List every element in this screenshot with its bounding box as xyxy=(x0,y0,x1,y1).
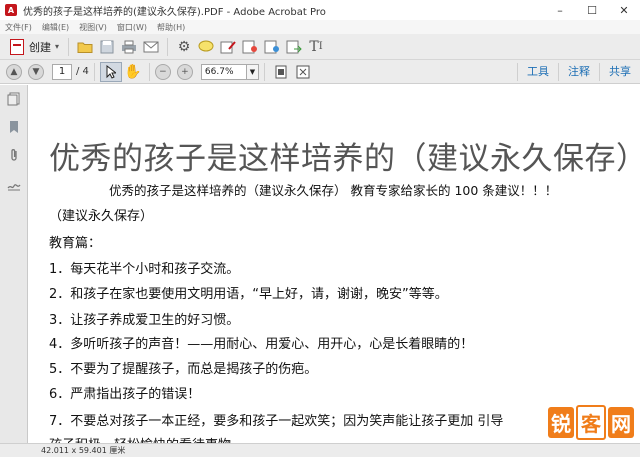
create-label: 创建 xyxy=(29,40,51,54)
title-bar: A 优秀的孩子是这样培养的(建议永久保存).PDF - Adobe Acroba… xyxy=(0,0,640,20)
email-icon[interactable] xyxy=(140,37,162,57)
acrobat-app-icon: A xyxy=(5,4,17,16)
fit-page-icon[interactable] xyxy=(270,62,292,82)
toolbar-divider xyxy=(93,62,95,81)
zoom-out-button[interactable]: − xyxy=(154,63,171,80)
create-pdf-icon xyxy=(10,38,24,55)
maximize-button[interactable]: ☐ xyxy=(576,0,608,20)
toolbar-divider xyxy=(148,62,150,81)
toolbar-divider xyxy=(167,37,169,56)
list-item: 5．不要为了提醒孩子，而总是揭孩子的伤疤。 xyxy=(49,362,318,377)
comment-icon[interactable] xyxy=(195,37,217,57)
list-item: 7．不要总对孩子一本正经，要多和孩子一起欢笑；因为笑声能让孩子更加 引导 xyxy=(49,414,504,429)
tab-comment[interactable]: 注释 xyxy=(558,63,599,81)
tab-share[interactable]: 共享 xyxy=(599,63,640,81)
page-thumbnails-icon[interactable] xyxy=(6,91,22,107)
document-subtitle: 优秀的孩子是这样培养的（建议永久保存） 教育专家给家长的 100 条建议！！！ xyxy=(109,183,558,198)
list-item-continuation: 孩子积极、轻松愉快的看待事物 xyxy=(49,434,231,443)
minimize-button[interactable]: – xyxy=(544,0,576,20)
list-item: 3．让孩子养成爱卫生的好习惯。 xyxy=(49,313,240,328)
menu-window[interactable]: 窗口(W) xyxy=(112,22,152,33)
window-title: 优秀的孩子是这样培养的(建议永久保存).PDF - Adobe Acrobat … xyxy=(23,6,326,18)
toolbar-divider xyxy=(68,37,70,56)
stamp-icon[interactable] xyxy=(239,37,261,57)
chevron-down-icon[interactable]: ▼ xyxy=(246,63,259,80)
menu-view[interactable]: 视图(V) xyxy=(74,22,112,33)
select-cursor-icon[interactable] xyxy=(99,61,122,82)
open-folder-icon[interactable] xyxy=(74,37,96,57)
watermark-char: 网 xyxy=(608,407,634,438)
attach-icon[interactable] xyxy=(261,37,283,57)
sign-icon[interactable] xyxy=(217,37,239,57)
text-tool-icon[interactable]: TI xyxy=(305,37,327,57)
watermark-char: 锐 xyxy=(548,407,574,438)
navigation-toolbar: ▲ ▼ 1 / 4 ✋ − + 66.7% ▼ 工具 注释 共享 xyxy=(0,60,640,84)
print-icon[interactable] xyxy=(118,37,140,57)
chevron-down-icon: ▾ xyxy=(55,42,60,51)
next-page-button[interactable]: ▼ xyxy=(28,63,44,80)
menu-help[interactable]: 帮助(H) xyxy=(152,22,190,33)
document-view[interactable]: 优秀的孩子是这样培养的（建议永久保存） 优秀的孩子是这样培养的（建议永久保存） … xyxy=(29,85,640,443)
zoom-select[interactable]: 66.7% ▼ xyxy=(200,63,259,80)
bookmarks-icon[interactable] xyxy=(6,119,22,135)
document-line: 教育篇： xyxy=(49,236,102,251)
attachments-icon[interactable] xyxy=(6,147,22,163)
menu-edit[interactable]: 编辑(E) xyxy=(37,22,74,33)
page-dimensions: 42.011 x 59.401 厘米 xyxy=(41,446,126,455)
page-number-input[interactable]: 1 xyxy=(52,63,72,80)
toolbar-divider xyxy=(263,62,265,81)
watermark-logo: 锐 客 网 xyxy=(546,405,634,440)
panel-tabs: 工具 注释 共享 xyxy=(517,60,640,84)
list-item: 2．和孩子在家也要使用文明用语，“早上好，请，谢谢，晚安”等等。 xyxy=(49,287,448,302)
document-title: 优秀的孩子是这样培养的（建议永久保存） xyxy=(49,141,640,177)
main-toolbar: 创建 ▾ ⚙ TI xyxy=(0,34,640,60)
page-total: / 4 xyxy=(76,66,89,77)
tab-tools[interactable]: 工具 xyxy=(517,63,558,81)
close-button[interactable]: ✕ xyxy=(608,0,640,20)
full-screen-icon[interactable] xyxy=(292,62,314,82)
menu-bar: 文件(F) 编辑(E) 视图(V) 窗口(W) 帮助(H) xyxy=(0,20,640,34)
create-button[interactable]: 创建 ▾ xyxy=(6,37,63,57)
watermark-char: 客 xyxy=(576,405,606,440)
list-item: 6．严肃指出孩子的错误！ xyxy=(49,387,201,402)
document-line: （建议永久保存） xyxy=(49,209,154,224)
settings-icon[interactable]: ⚙ xyxy=(173,37,195,57)
status-bar: 42.011 x 59.401 厘米 xyxy=(0,443,640,457)
hand-tool-icon[interactable]: ✋ xyxy=(122,62,144,82)
navigation-pane xyxy=(0,85,28,443)
list-item: 1．每天花半个小时和孩子交流。 xyxy=(49,262,240,277)
zoom-value[interactable]: 66.7% xyxy=(200,63,247,80)
list-item: 4．多听听孩子的声音！——用耐心、用爱心、用开心，心是长着眼睛的！ xyxy=(49,337,474,352)
menu-file[interactable]: 文件(F) xyxy=(0,22,37,33)
window-controls: – ☐ ✕ xyxy=(544,0,640,20)
export-icon[interactable] xyxy=(283,37,305,57)
previous-page-button[interactable]: ▲ xyxy=(6,63,22,80)
save-icon[interactable] xyxy=(96,37,118,57)
zoom-in-button[interactable]: + xyxy=(176,63,193,80)
signatures-icon[interactable] xyxy=(6,177,22,193)
